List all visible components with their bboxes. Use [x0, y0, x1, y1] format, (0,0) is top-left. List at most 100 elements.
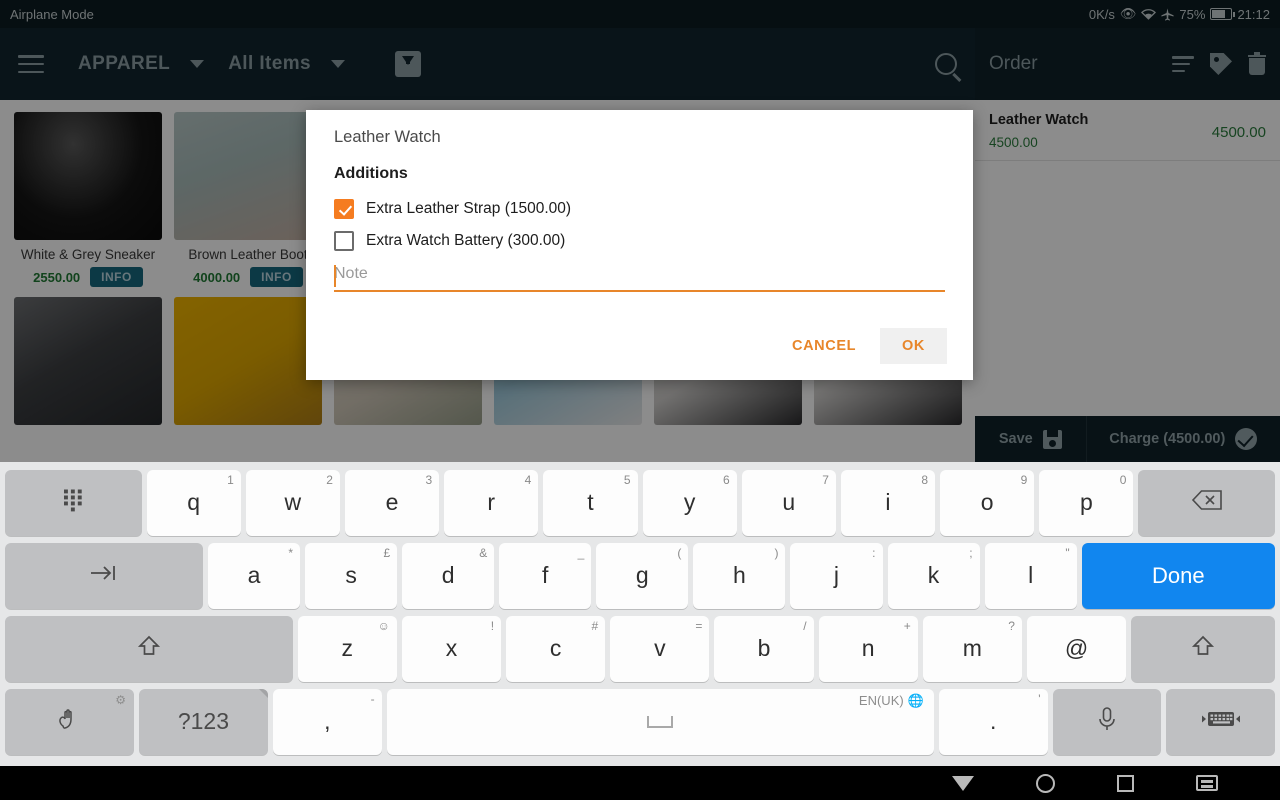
keyboard-switch-icon [1201, 708, 1241, 736]
key-123[interactable]: ?123 [138, 688, 268, 755]
gesture-hand-icon[interactable]: ⚙ [5, 688, 134, 755]
key-alt-label: 7 [822, 472, 829, 487]
numpad-icon[interactable] [5, 469, 142, 536]
ok-button[interactable]: OK [880, 328, 947, 364]
shift-icon [1191, 634, 1215, 664]
key-alt-label: ! [490, 618, 495, 633]
key-label: s [345, 562, 357, 588]
key-alt-label: = [695, 618, 703, 633]
key-g[interactable]: (g [596, 542, 689, 609]
space-icon[interactable]: EN(UK) 🌐 [386, 688, 934, 755]
key-alt-label: ( [677, 545, 682, 560]
key-label: q [187, 489, 201, 515]
key-r[interactable]: 4r [444, 469, 539, 536]
key-s[interactable]: £ s [305, 542, 398, 609]
note-field-wrapper[interactable] [334, 265, 945, 292]
key-alt-label: ) [774, 545, 779, 560]
key-a[interactable]: * a [207, 542, 301, 609]
key-label: b [757, 635, 771, 661]
key-q[interactable]: 1q [146, 469, 241, 536]
key-alt-label: 1 [227, 472, 234, 487]
key-t[interactable]: 5t [543, 469, 638, 536]
key-u[interactable]: 7u [741, 469, 836, 536]
keyboard-switch-icon[interactable] [1166, 688, 1275, 755]
key-label: n [861, 635, 875, 661]
shift-icon[interactable] [5, 615, 293, 682]
key-label: h [733, 562, 746, 588]
key-alt-label: : [872, 545, 876, 560]
key-n[interactable]: + n [818, 615, 918, 682]
key-alt-label: _ [577, 545, 585, 560]
key-done[interactable]: Done [1081, 542, 1276, 609]
key-label: @ [1064, 635, 1089, 661]
key-w[interactable]: 2w [245, 469, 340, 536]
tab-icon[interactable] [5, 542, 203, 609]
key-alt-label: & [479, 545, 488, 560]
keyboard-row: 1q2w3e4r5t6y7u8i9o0p [2, 466, 1278, 539]
cancel-button[interactable]: CANCEL [784, 328, 864, 364]
key-alt-label: * [288, 545, 294, 560]
key-o[interactable]: 9o [940, 469, 1035, 536]
key-label: t [587, 489, 594, 515]
gear-icon: ⚙ [115, 692, 126, 707]
key-e[interactable]: 3e [344, 469, 440, 536]
key-label: l [1028, 562, 1034, 588]
keyboard-language-label[interactable]: EN(UK) 🌐 [859, 693, 924, 709]
key-j[interactable]: :j [790, 542, 883, 609]
back-icon[interactable] [952, 775, 974, 791]
key-alt-label: 3 [425, 472, 433, 487]
addition-option-row[interactable]: Extra Leather Strap (1500.00) [334, 199, 945, 219]
addition-option-row[interactable]: Extra Watch Battery (300.00) [334, 231, 945, 251]
mic-icon[interactable] [1052, 688, 1162, 755]
key-p[interactable]: 0p [1039, 469, 1134, 536]
key-label: v [654, 635, 666, 661]
key-z[interactable]: ☺ z [297, 615, 397, 682]
key-m[interactable]: ? m [922, 615, 1022, 682]
key-v[interactable]: = v [610, 615, 710, 682]
text-cursor [334, 265, 336, 287]
key-k[interactable]: ; k [887, 542, 980, 609]
shift-icon [137, 634, 161, 664]
recents-icon[interactable] [1117, 774, 1134, 792]
key-label: k [927, 562, 940, 588]
key-label: a [247, 562, 261, 588]
key-d[interactable]: & d [402, 542, 495, 609]
backspace-icon[interactable] [1138, 469, 1275, 536]
key-label: y [683, 489, 696, 515]
key-label: x [445, 635, 458, 661]
on-screen-keyboard: 1 q 2 w 3 e 4 r 5 t 6 y 7 u 8 i 9 o 0 p * a £ s & d _ f(g) h: j; k " l Do… [0, 462, 1280, 766]
key-[interactable]: '. [938, 688, 1048, 755]
corner-fold [258, 688, 268, 698]
key-f[interactable]: _ f [499, 542, 592, 609]
key-label: p [1079, 489, 1093, 515]
key-alt-label: 8 [921, 472, 929, 487]
key-c[interactable]: # c [506, 615, 606, 682]
key-label: m [962, 635, 982, 661]
key-label: e [385, 489, 399, 515]
addition-option-label: Extra Leather Strap (1500.00) [366, 200, 572, 217]
shift-icon[interactable] [1131, 615, 1275, 682]
dialog-actions: CANCEL OK [784, 328, 947, 364]
key-label: u [782, 489, 796, 515]
key-l[interactable]: " l [984, 542, 1077, 609]
globe-icon[interactable]: 🌐 [908, 693, 924, 709]
checkbox-extra-leather-strap[interactable] [334, 199, 354, 219]
key-alt-label: / [803, 618, 807, 633]
key-x[interactable]: ! x [401, 615, 502, 682]
key-h[interactable]: ) h [693, 542, 786, 609]
key-label: c [549, 635, 562, 661]
key-b[interactable]: / b [714, 615, 814, 682]
key-y[interactable]: 6y [642, 469, 737, 536]
key-[interactable]: -, [272, 688, 382, 755]
key-alt-label: 9 [1020, 472, 1028, 487]
checkbox-extra-watch-battery[interactable] [334, 231, 354, 251]
note-input[interactable] [334, 265, 945, 283]
dialog-subtitle: Additions [334, 165, 408, 182]
key-alt-label: 0 [1119, 472, 1127, 487]
mic-icon [1096, 706, 1118, 738]
key-i[interactable]: 8i [840, 469, 936, 536]
device-screen: Airplane Mode 0K/s 👁 75% 21:12 APPAREL A… [0, 0, 1280, 800]
keyboard-icon[interactable] [1196, 775, 1218, 791]
key-[interactable]: @ [1026, 615, 1127, 682]
home-icon[interactable] [1036, 773, 1055, 793]
